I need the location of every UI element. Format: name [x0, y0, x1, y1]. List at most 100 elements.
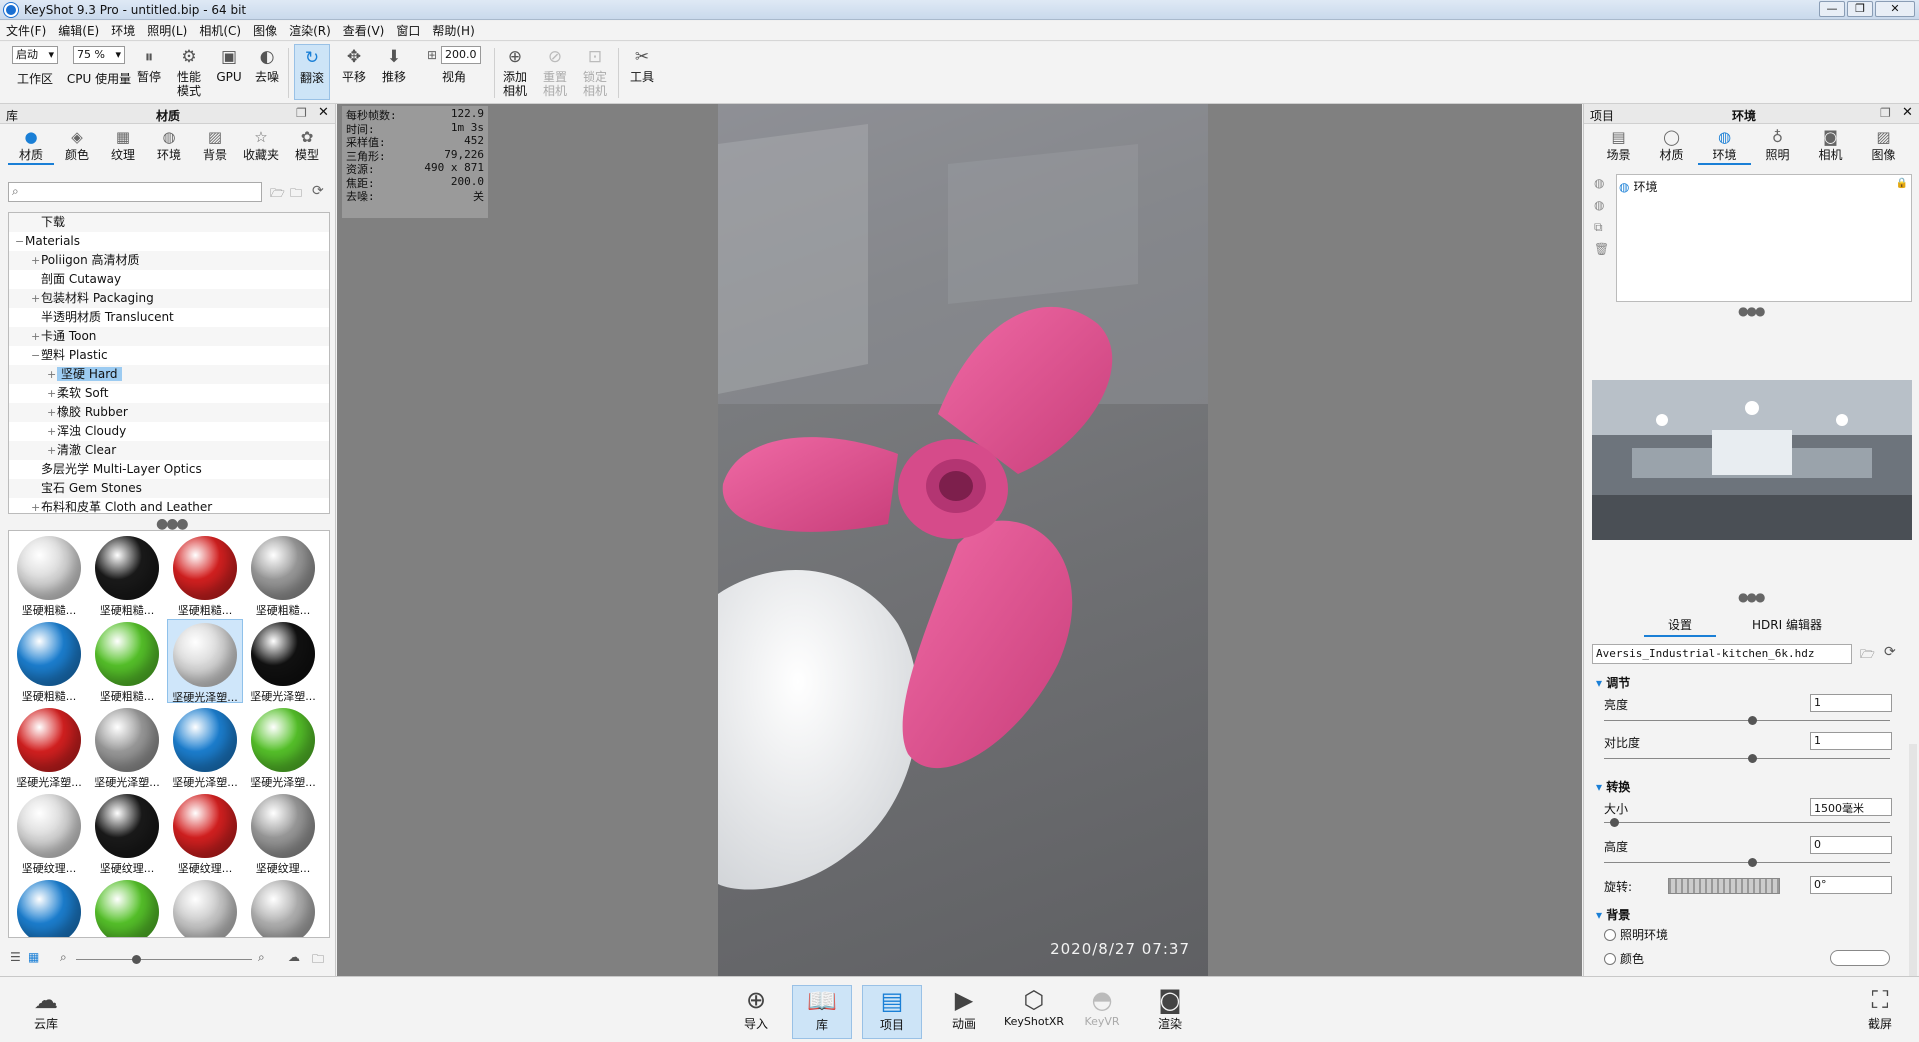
- expand-icon[interactable]: +: [31, 498, 41, 513]
- tab-textures[interactable]: ▦ 纹理: [100, 128, 146, 165]
- render-button[interactable]: ◙ 渲染: [1140, 985, 1200, 1039]
- menu-camera[interactable]: 相机(C): [193, 22, 247, 39]
- tree-item[interactable]: +布料和皮革 Cloth and Leather: [9, 498, 329, 513]
- tab-colors[interactable]: ◈ 颜色: [54, 128, 100, 165]
- expand-icon[interactable]: +: [47, 441, 57, 460]
- gpu-button[interactable]: ▣ GPU: [214, 46, 244, 85]
- animation-button[interactable]: ▶ 动画: [934, 985, 994, 1039]
- expand-icon[interactable]: +: [47, 384, 57, 403]
- lock-icon[interactable]: 🔒: [1896, 178, 1908, 189]
- folder-add-icon[interactable]: 🗀: [290, 184, 302, 205]
- material-thumbnail[interactable]: [11, 877, 87, 937]
- add-camera-button[interactable]: ⊕ 添加相机: [500, 46, 530, 99]
- material-thumbnail[interactable]: [89, 877, 165, 937]
- tab-environments[interactable]: ◍ 环境: [146, 128, 192, 165]
- refresh-icon[interactable]: ⟳: [312, 183, 324, 199]
- material-thumbnail[interactable]: 坚硬粗糙...: [11, 619, 87, 703]
- close-button[interactable]: ✕: [1875, 1, 1915, 17]
- splitter-handle-icon[interactable]: ●●●: [1738, 590, 1765, 604]
- material-thumbnail[interactable]: 坚硬光泽塑...: [167, 705, 243, 789]
- lock-camera-button[interactable]: ⊡ 锁定相机: [580, 46, 610, 99]
- tree-item[interactable]: +浑浊 Cloudy: [9, 422, 329, 441]
- menu-environment[interactable]: 环境: [105, 22, 141, 39]
- bg-lighting-radio[interactable]: 照明环境: [1604, 926, 1668, 943]
- folder-icon[interactable]: 🗀: [312, 950, 324, 971]
- project-button[interactable]: ▤ 项目: [862, 985, 922, 1039]
- tab-material[interactable]: ◯ 材质: [1645, 128, 1698, 165]
- collapse-icon[interactable]: −: [31, 346, 41, 365]
- tab-backplates[interactable]: ▨ 背景: [192, 128, 238, 165]
- tools-button[interactable]: ✂ 工具: [626, 46, 658, 85]
- duplicate-environment-icon[interactable]: ◍: [1594, 198, 1604, 212]
- tab-lighting[interactable]: ♁ 照明: [1751, 128, 1804, 165]
- tab-environment[interactable]: ◍ 环境: [1698, 128, 1751, 165]
- thumbnail-size-slider[interactable]: [76, 955, 252, 964]
- float-panel-icon[interactable]: ❐: [1880, 106, 1891, 120]
- size-input[interactable]: 1500毫米: [1810, 798, 1892, 816]
- contrast-slider[interactable]: [1604, 754, 1890, 763]
- folder-open-icon[interactable]: 🗁: [1860, 645, 1875, 666]
- dolly-button[interactable]: ⬇ 推移: [378, 46, 410, 85]
- tree-item[interactable]: 多层光学 Multi-Layer Optics: [9, 460, 329, 479]
- slider-knob[interactable]: [1748, 716, 1757, 725]
- grid-view-icon[interactable]: ▦: [28, 950, 39, 964]
- pan-button[interactable]: ✥ 平移: [338, 46, 370, 85]
- cloud-upload-icon[interactable]: ☁: [288, 950, 300, 964]
- performance-mode-button[interactable]: ⚙ 性能模式: [172, 46, 206, 99]
- rotation-dial[interactable]: [1668, 878, 1780, 894]
- tab-materials[interactable]: ● 材质: [8, 128, 54, 165]
- tab-favorites[interactable]: ☆ 收藏夹: [238, 128, 284, 165]
- float-panel-icon[interactable]: ❐: [296, 106, 307, 120]
- height-slider[interactable]: [1604, 858, 1890, 867]
- zoom-out-icon[interactable]: ⌕: [60, 950, 67, 965]
- tree-item[interactable]: −Materials: [9, 232, 329, 251]
- minimize-button[interactable]: —: [1819, 1, 1845, 17]
- library-button[interactable]: 📖 库: [792, 985, 852, 1039]
- tree-item[interactable]: 宝石 Gem Stones: [9, 479, 329, 498]
- bg-color-radio[interactable]: 颜色: [1604, 950, 1644, 967]
- material-thumbnail[interactable]: 坚硬光泽塑...: [245, 705, 321, 789]
- cpu-usage-select[interactable]: 75 % ▾: [73, 46, 125, 64]
- height-input[interactable]: 0: [1810, 836, 1892, 854]
- section-adjust[interactable]: ▾ 调节: [1596, 674, 1630, 691]
- copy-icon[interactable]: ⧉: [1594, 220, 1603, 235]
- pause-button[interactable]: ⏸ 暂停: [134, 46, 164, 85]
- material-thumbnail[interactable]: 坚硬光泽塑...: [245, 619, 321, 703]
- material-thumbnail[interactable]: 坚硬光泽塑...: [167, 619, 243, 704]
- render-viewport[interactable]: 2020/8/27 07:37 每秒帧数: 122.9 时间: 1m 3s 采样值: 45…: [337, 104, 1582, 976]
- tree-item[interactable]: 下载: [9, 213, 329, 232]
- restore-button[interactable]: ❐: [1847, 1, 1873, 17]
- slider-knob[interactable]: [1748, 858, 1757, 867]
- slider-knob[interactable]: [1610, 818, 1619, 827]
- close-panel-icon[interactable]: ✕: [318, 105, 329, 120]
- refresh-icon[interactable]: ⟳: [1884, 644, 1896, 660]
- slider-knob[interactable]: [1748, 754, 1757, 763]
- cloud-library-button[interactable]: ☁ 云库: [16, 985, 76, 1039]
- keyshotxr-button[interactable]: ⬡ KeyShotXR: [1002, 985, 1066, 1039]
- splitter-handle-icon[interactable]: ●●●: [1738, 304, 1765, 318]
- material-thumbnail[interactable]: 坚硬粗糙...: [11, 533, 87, 617]
- collapse-icon[interactable]: −: [15, 232, 25, 251]
- expand-icon[interactable]: +: [31, 251, 41, 270]
- tab-scene[interactable]: ▤ 场景: [1592, 128, 1645, 165]
- rotation-input[interactable]: 0°: [1810, 876, 1892, 894]
- material-thumbnail[interactable]: 坚硬纹理...: [11, 791, 87, 875]
- reset-camera-button[interactable]: ⊘ 重置相机: [540, 46, 570, 99]
- material-thumbnail[interactable]: 坚硬纹理...: [245, 791, 321, 875]
- section-background[interactable]: ▾ 背景: [1596, 906, 1630, 923]
- menu-lighting[interactable]: 照明(L): [141, 22, 193, 39]
- tab-settings[interactable]: 设置: [1644, 616, 1717, 637]
- tree-item[interactable]: + 坚硬 Hard: [9, 365, 329, 384]
- material-thumbnail[interactable]: 坚硬光泽塑...: [89, 705, 165, 789]
- tab-models[interactable]: ✿ 模型: [284, 128, 330, 165]
- menu-render[interactable]: 渲染(R): [283, 22, 337, 39]
- menu-edit[interactable]: 编辑(E): [52, 22, 105, 39]
- hdri-file-field[interactable]: Aversis_Industrial-kitchen_6k.hdz: [1592, 644, 1852, 664]
- expand-icon[interactable]: +: [31, 327, 41, 346]
- hdri-preview[interactable]: [1592, 380, 1912, 540]
- folder-open-icon[interactable]: 🗁: [270, 184, 285, 205]
- workspace-select[interactable]: 启动 ▾: [12, 46, 58, 64]
- library-search-input[interactable]: ⌕: [8, 182, 262, 202]
- menu-image[interactable]: 图像: [247, 22, 283, 39]
- section-transform[interactable]: ▾ 转换: [1596, 778, 1630, 795]
